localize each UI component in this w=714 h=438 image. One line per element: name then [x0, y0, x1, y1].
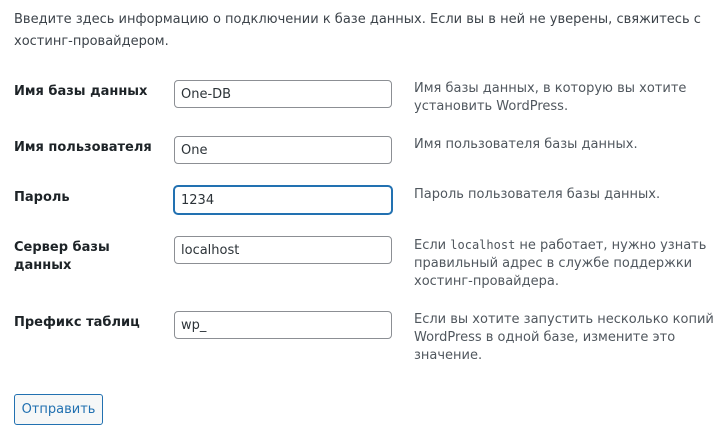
table-prefix-input[interactable] — [174, 311, 392, 339]
db-name-label: Имя базы данных — [14, 84, 148, 99]
db-host-description-before: Если — [414, 238, 451, 253]
username-label: Имя пользователя — [14, 140, 152, 155]
db-host-description: Если localhost не работает, нужно узнать… — [414, 236, 714, 291]
username-input[interactable] — [174, 136, 392, 164]
submit-button[interactable]: Отправить — [14, 394, 103, 425]
db-host-input[interactable] — [174, 236, 392, 264]
table-prefix-description: Если вы хотите запустить несколько копий… — [414, 312, 714, 363]
db-host-label: Сервер базы данных — [14, 240, 110, 273]
db-name-description: Имя базы данных, в которую вы хотите уст… — [414, 81, 687, 114]
username-description: Имя пользователя базы данных. — [414, 137, 638, 152]
password-label: Пароль — [14, 190, 70, 205]
password-input[interactable] — [174, 186, 392, 214]
intro-text: Введите здесь информацию о подключении к… — [14, 12, 701, 49]
db-host-description-code: localhost — [450, 238, 516, 252]
table-prefix-label: Префикс таблиц — [14, 315, 140, 330]
password-description: Пароль пользователя базы данных. — [414, 187, 661, 202]
db-name-input[interactable] — [174, 80, 392, 108]
